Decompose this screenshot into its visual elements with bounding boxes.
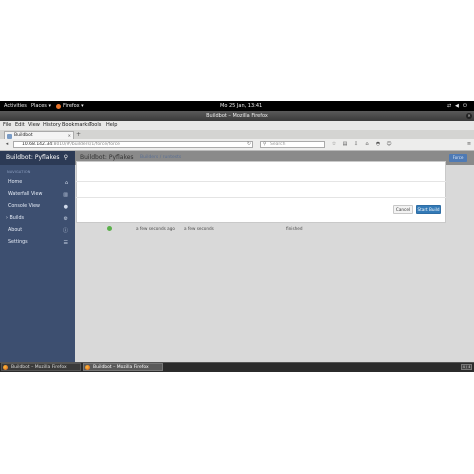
sidebar-item-label: Waterfall View: [8, 192, 43, 197]
nav-section-heading: NAVIGATION: [7, 170, 31, 174]
dialog-divider: [76, 197, 446, 198]
power-icon[interactable]: ⏻: [463, 101, 467, 111]
tab-buildbot[interactable]: Buildbot ✕: [4, 131, 74, 139]
start-build-button[interactable]: Start Build: [416, 205, 441, 214]
menu-bar: File Edit View History Bookmarks Tools H…: [0, 121, 474, 130]
sidebar-item-settings[interactable]: Settings ☰: [0, 237, 75, 249]
url-host: 10.68.142.34: [22, 142, 53, 147]
pin-icon[interactable]: ⚲: [64, 151, 68, 165]
tab-label: Buildbot: [14, 133, 33, 138]
build-duration: a few seconds: [184, 226, 214, 231]
dialog-divider: [76, 181, 446, 182]
force-build-dialog: [76, 161, 446, 223]
force-button[interactable]: Force: [449, 154, 467, 162]
volume-icon[interactable]: ◀: [455, 101, 459, 111]
sidebar-item-label: About: [8, 228, 23, 233]
home-icon: ⌂: [64, 180, 68, 186]
menu-file[interactable]: File: [3, 121, 11, 130]
taskbar-window-label: Buildbot – Mozilla Firefox: [11, 365, 67, 370]
sidebar-brand[interactable]: Buildbot: Pyflakes ⚲: [0, 151, 75, 165]
menu-history[interactable]: History: [43, 121, 61, 130]
sidebar-brand-title: Buildbot: Pyflakes: [6, 154, 60, 161]
menu-tools[interactable]: Tools: [89, 121, 101, 130]
favicon-icon: [7, 133, 12, 139]
taskbar-window-label: Buildbot – Mozilla Firefox: [93, 365, 149, 370]
menu-help[interactable]: Help: [106, 121, 117, 130]
pocket-icon[interactable]: ◓: [375, 141, 381, 147]
reload-icon[interactable]: ↻: [246, 141, 252, 147]
window-title: Buildbot – Mozilla Firefox: [206, 113, 268, 119]
menu-bookmarks[interactable]: Bookmarks: [62, 121, 90, 130]
url-field[interactable]: 10.68.142.34:8010/#/builders/1/force/for…: [13, 141, 253, 148]
cancel-button[interactable]: Cancel: [393, 205, 413, 214]
window-titlebar: Buildbot – Mozilla Firefox: [0, 111, 474, 121]
star-icon[interactable]: ☆: [331, 141, 337, 147]
search-input[interactable]: ⚲ Search: [260, 141, 325, 148]
url-path: :8010/#/builders/1/force/force: [52, 142, 120, 147]
home-toolbar-icon[interactable]: ⌂: [364, 141, 370, 147]
sidebar-item-builds[interactable]: › Builds ⚙: [0, 213, 75, 225]
taskbar-window-1[interactable]: Buildbot – Mozilla Firefox: [1, 363, 81, 371]
places-menu[interactable]: Places ▾: [31, 101, 51, 111]
menu-edit[interactable]: Edit: [15, 121, 25, 130]
network-icon[interactable]: ⇄: [447, 101, 451, 111]
hamburger-menu-icon[interactable]: ≡: [466, 141, 472, 147]
close-window-icon[interactable]: ✕: [466, 113, 472, 119]
build-state: finished: [286, 226, 303, 231]
gnome-top-bar: Activities Places ▾ Firefox ▾ Mo 25 Jan,…: [0, 101, 474, 111]
clock[interactable]: Mo 25 Jan, 13:41: [220, 101, 262, 111]
search-placeholder: Search: [270, 142, 286, 147]
sliders-icon: ☰: [63, 240, 68, 246]
workspace-pager[interactable]: 4 / 4: [461, 364, 472, 370]
sidebar-item-about[interactable]: About ⓘ: [0, 225, 75, 237]
build-status-badge[interactable]: [107, 226, 112, 231]
sidebar-item-label: Settings: [8, 240, 28, 245]
sidebar-item-console[interactable]: Console View ●: [0, 201, 75, 213]
firefox-icon: [56, 103, 61, 109]
menu-view[interactable]: View: [28, 121, 40, 130]
build-started: a few seconds ago: [136, 226, 175, 231]
back-icon[interactable]: ◂: [4, 141, 10, 147]
activities-button[interactable]: Activities: [4, 101, 27, 111]
bar-chart-icon: ▥: [63, 192, 68, 198]
cogs-icon: ⚙: [63, 216, 68, 222]
reading-list-icon[interactable]: ▤: [342, 141, 348, 147]
console-icon: ●: [63, 204, 68, 210]
info-icon: ⓘ: [62, 228, 68, 234]
sync-icon[interactable]: ☺: [386, 141, 392, 147]
sidebar-item-label: Console View: [8, 204, 40, 209]
app-menu[interactable]: Firefox ▾: [63, 101, 84, 111]
sidebar-item-waterfall[interactable]: Waterfall View ▥: [0, 189, 75, 201]
sidebar-item-label: Home: [8, 180, 23, 185]
firefox-icon: [85, 365, 90, 370]
download-icon[interactable]: ⇩: [353, 141, 359, 147]
firefox-icon: [3, 365, 8, 370]
sidebar-item-label: › Builds: [6, 216, 24, 221]
taskbar-window-2[interactable]: Buildbot – Mozilla Firefox: [83, 363, 163, 371]
sidebar-item-home[interactable]: Home ⌂: [0, 177, 75, 189]
search-icon: ⚲: [263, 142, 267, 147]
new-tab-icon[interactable]: +: [76, 131, 81, 139]
